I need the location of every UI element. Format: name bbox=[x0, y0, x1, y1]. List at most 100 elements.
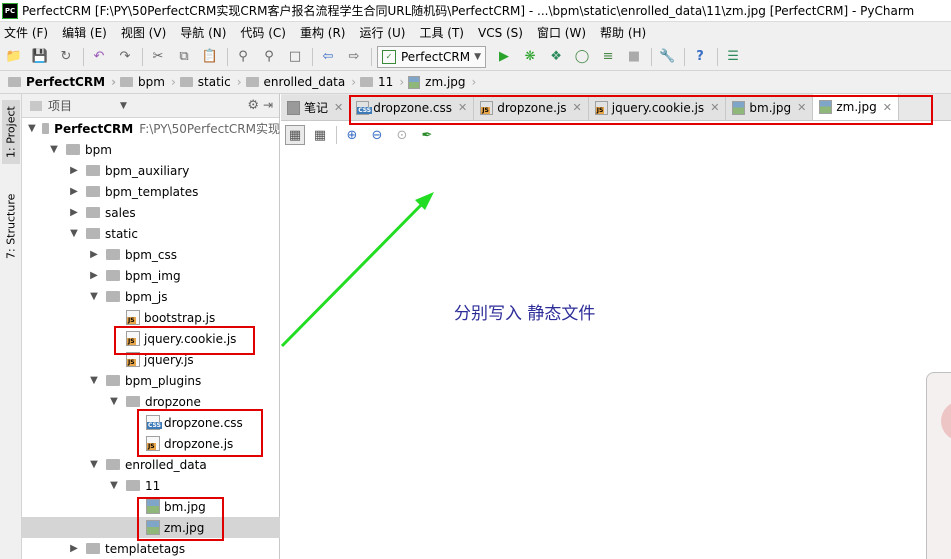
help-icon[interactable]: ? bbox=[690, 47, 710, 67]
settings-wrench-icon[interactable]: 🔧 bbox=[657, 47, 677, 67]
tree-item[interactable]: JS bootstrap.js bbox=[22, 307, 280, 328]
chevron-right-icon[interactable]: ▶ bbox=[88, 270, 100, 281]
actual-size-icon[interactable]: ⊙ bbox=[392, 125, 412, 145]
tree-root-path: F:\PY\50PerfectCRM实现 bbox=[139, 122, 280, 136]
python-config-icon: ✓ bbox=[382, 49, 396, 64]
zoom-out-icon[interactable]: ⊖ bbox=[367, 125, 387, 145]
jquery-cookie-highlight-box bbox=[114, 326, 255, 355]
replace-icon[interactable]: ⚲ bbox=[259, 47, 279, 67]
toolbar-separator bbox=[227, 47, 228, 66]
save-icon[interactable]: 💾 bbox=[30, 47, 50, 67]
tree-item[interactable]: ▶ sales bbox=[22, 202, 280, 223]
chevron-right-icon[interactable]: ▶ bbox=[68, 186, 80, 197]
tree-item[interactable]: ▶ templatetags bbox=[22, 538, 280, 559]
tree-item[interactable]: ▶ bpm_auxiliary bbox=[22, 160, 280, 181]
chevron-down-icon[interactable]: ▼ bbox=[108, 480, 120, 491]
tree-item-label: bpm_auxiliary bbox=[105, 163, 190, 178]
find-in-path-icon[interactable]: □ bbox=[285, 47, 305, 67]
tree-item[interactable]: ▼ 11 bbox=[22, 475, 280, 496]
chevron-right-icon[interactable]: ▶ bbox=[88, 249, 100, 260]
grid-icon[interactable]: ▦ bbox=[310, 125, 330, 145]
chevron-down-icon[interactable]: ▼ bbox=[108, 396, 120, 407]
close-icon[interactable]: ✕ bbox=[334, 101, 343, 114]
tree-item[interactable]: ▶ bpm_img bbox=[22, 265, 280, 286]
tree-item[interactable]: ▼ static bbox=[22, 223, 280, 244]
find-icon[interactable]: ⚲ bbox=[233, 47, 253, 67]
concurrency-icon[interactable]: ≡ bbox=[598, 47, 618, 67]
open-folder-icon[interactable]: 📁 bbox=[4, 47, 24, 67]
toolbar-separator bbox=[651, 47, 653, 66]
menu-edit[interactable]: 编辑 (E) bbox=[62, 24, 107, 41]
chevron-down-icon[interactable]: ▼ bbox=[88, 375, 100, 386]
chevron-down-icon: ▼ bbox=[474, 51, 482, 62]
zoom-in-icon[interactable]: ⊕ bbox=[342, 125, 362, 145]
run-icon[interactable]: ▶ bbox=[494, 47, 514, 67]
tree-item-label: bpm_js bbox=[125, 289, 168, 304]
chevron-down-icon[interactable]: ▼ bbox=[88, 459, 100, 470]
run-config-select[interactable]: ✓ PerfectCRM ▼ bbox=[377, 45, 487, 68]
breadcrumb: PerfectCRM › bpm › static › enrolled_data › … bbox=[0, 71, 951, 94]
project-view-label[interactable]: 项目 bbox=[48, 97, 72, 114]
transparency-checker-icon[interactable]: ▦ bbox=[285, 125, 305, 145]
tree-root[interactable]: ▼ PerfectCRM F:\PY\50PerfectCRM实现 bbox=[22, 118, 280, 139]
tree-item[interactable]: ▶ bpm_css bbox=[22, 244, 280, 265]
coverage-icon[interactable]: ❖ bbox=[546, 47, 566, 67]
vcs-update-icon[interactable]: ☰ bbox=[723, 47, 743, 67]
gear-icon[interactable]: ⚙ bbox=[247, 98, 259, 113]
chevron-right-icon[interactable]: ▶ bbox=[68, 543, 80, 554]
menu-navigate[interactable]: 导航 (N) bbox=[180, 24, 226, 41]
toolbar-separator bbox=[684, 47, 686, 66]
chevron-down-icon[interactable]: ▼ bbox=[28, 123, 36, 134]
copy-icon[interactable]: ⧉ bbox=[174, 47, 194, 67]
chevron-down-icon[interactable]: ▼ bbox=[68, 228, 80, 239]
tree-root-label: PerfectCRM bbox=[54, 121, 134, 136]
hide-panel-icon[interactable]: ⇥ bbox=[263, 98, 273, 112]
tree-item-label: bpm_img bbox=[125, 268, 181, 283]
project-view-icon bbox=[30, 100, 42, 111]
menu-view[interactable]: 视图 (V) bbox=[121, 24, 166, 41]
forward-arrow-icon[interactable]: ⇨ bbox=[344, 47, 364, 67]
tree-item[interactable]: ▼ enrolled_data bbox=[22, 454, 280, 475]
stop-icon[interactable]: ■ bbox=[624, 47, 644, 67]
folder-icon bbox=[126, 396, 140, 407]
menu-file[interactable]: 文件 (F) bbox=[4, 24, 48, 41]
color-picker-icon[interactable]: ✒ bbox=[417, 125, 437, 145]
breadcrumb-item[interactable]: enrolled_data › bbox=[245, 75, 356, 89]
tree-item[interactable]: ▼ bpm_plugins bbox=[22, 370, 280, 391]
editor-tab-label: 笔记 bbox=[304, 101, 329, 115]
tab-structure[interactable]: 7: Structure bbox=[2, 186, 20, 266]
menu-run[interactable]: 运行 (U) bbox=[360, 24, 406, 41]
menu-help[interactable]: 帮助 (H) bbox=[600, 24, 646, 41]
tree-item[interactable]: ▼ bpm_js bbox=[22, 286, 280, 307]
tree-item[interactable]: ▶ bpm_templates bbox=[22, 181, 280, 202]
debug-icon[interactable]: ❋ bbox=[520, 47, 540, 67]
image-viewer-toolbar: ▦ ▦ ⊕ ⊖ ⊙ ✒ bbox=[281, 122, 951, 148]
breadcrumb-item[interactable]: static › bbox=[179, 75, 242, 89]
breadcrumb-item[interactable]: zm.jpg › bbox=[408, 75, 476, 89]
breadcrumb-item[interactable]: 11 › bbox=[360, 75, 404, 89]
tree-item[interactable]: ▼ bpm bbox=[22, 139, 280, 160]
undo-icon[interactable]: ↶ bbox=[89, 47, 109, 67]
folder-icon bbox=[86, 165, 100, 176]
sync-icon[interactable]: ↻ bbox=[56, 47, 76, 67]
chevron-right-icon[interactable]: ▶ bbox=[68, 165, 80, 176]
paste-icon[interactable]: 📋 bbox=[200, 47, 220, 67]
chevron-down-icon[interactable]: ▼ bbox=[120, 101, 127, 111]
chevron-down-icon[interactable]: ▼ bbox=[88, 291, 100, 302]
tree-item-label: static bbox=[105, 226, 138, 241]
breadcrumb-item[interactable]: PerfectCRM › bbox=[8, 75, 116, 89]
redo-icon[interactable]: ↷ bbox=[115, 47, 135, 67]
editor-tab[interactable]: 笔记 ✕ bbox=[281, 95, 351, 120]
chevron-down-icon[interactable]: ▼ bbox=[48, 144, 60, 155]
menu-vcs[interactable]: VCS (S) bbox=[478, 26, 523, 40]
back-arrow-icon[interactable]: ⇦ bbox=[318, 47, 338, 67]
cut-icon[interactable]: ✂ bbox=[148, 47, 168, 67]
profile-icon[interactable]: ◯ bbox=[572, 47, 592, 67]
chevron-right-icon[interactable]: ▶ bbox=[68, 207, 80, 218]
menu-refactor[interactable]: 重构 (R) bbox=[300, 24, 346, 41]
menu-tools[interactable]: 工具 (T) bbox=[419, 24, 464, 41]
tab-project[interactable]: 1: Project bbox=[2, 100, 20, 164]
breadcrumb-item[interactable]: bpm › bbox=[120, 75, 176, 89]
menu-window[interactable]: 窗口 (W) bbox=[537, 24, 586, 41]
menu-code[interactable]: 代码 (C) bbox=[240, 24, 286, 41]
